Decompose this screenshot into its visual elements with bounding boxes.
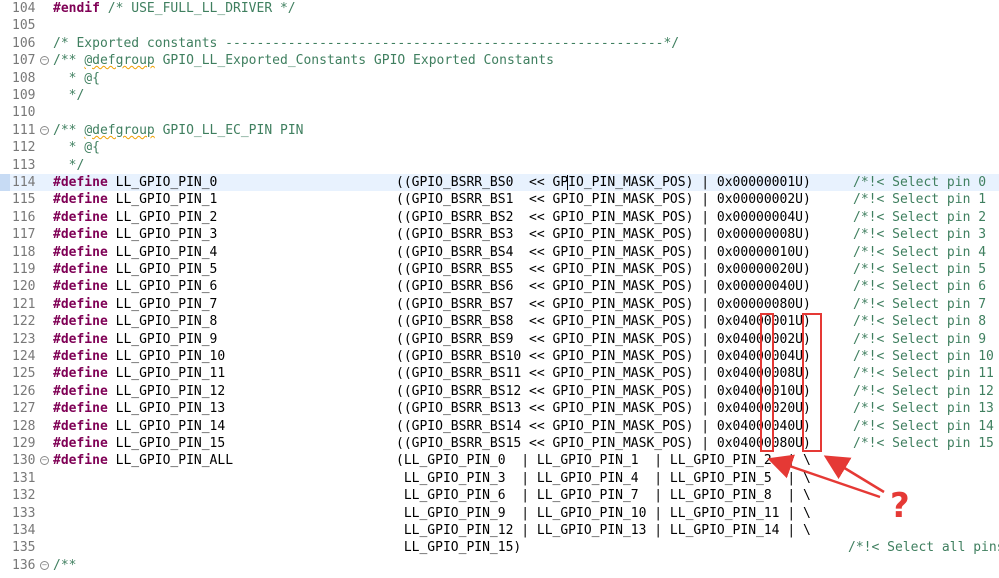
annotation-arrows — [767, 454, 885, 499]
question-mark-annotation: ? — [890, 486, 910, 526]
arrow-to-right-box — [823, 455, 885, 494]
